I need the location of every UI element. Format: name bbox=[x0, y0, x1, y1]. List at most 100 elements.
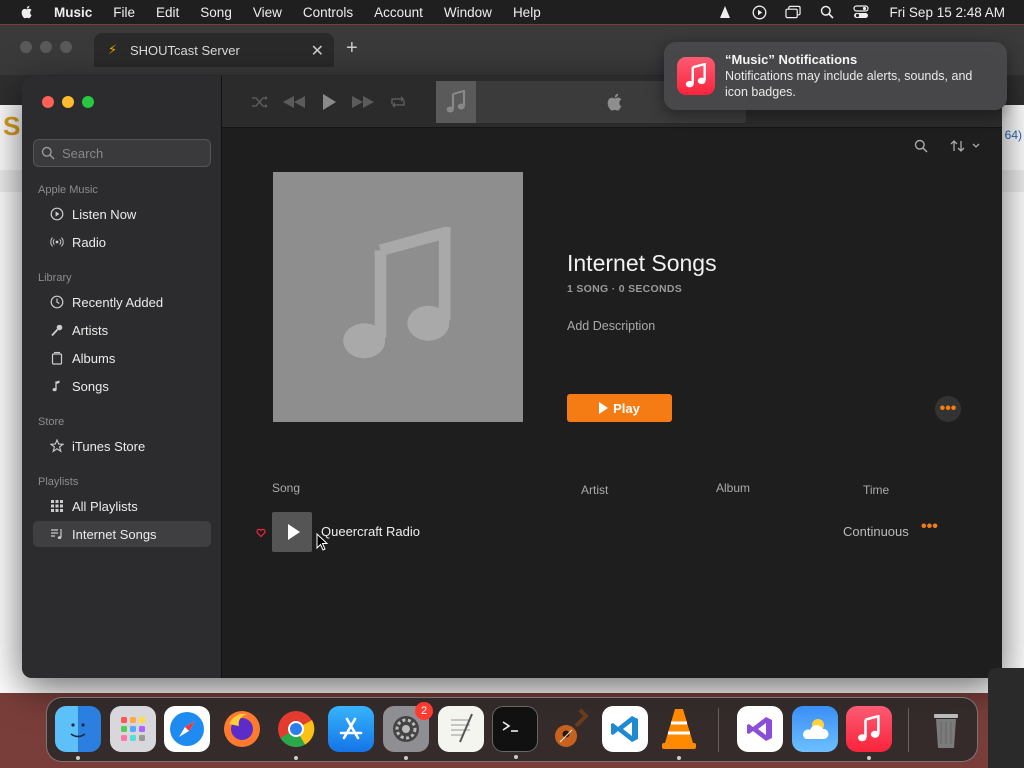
close-window-button[interactable] bbox=[42, 96, 54, 108]
sidebar-item-label: Songs bbox=[72, 378, 109, 394]
apple-logo-icon bbox=[604, 91, 626, 113]
app-store-icon[interactable] bbox=[328, 706, 374, 752]
sort-icon[interactable] bbox=[950, 138, 984, 154]
page-text-fragment[interactable]: 64) bbox=[1005, 128, 1022, 142]
mouse-cursor-icon bbox=[316, 533, 328, 551]
sidebar-item-internet-songs[interactable]: Internet Songs bbox=[33, 521, 211, 547]
spotlight-search-icon[interactable] bbox=[819, 4, 835, 20]
firefox-icon[interactable] bbox=[219, 706, 265, 752]
section-apple-music: Apple Music bbox=[38, 184, 98, 196]
music-dock-icon[interactable] bbox=[846, 706, 892, 760]
now-playing-artwork-icon bbox=[436, 81, 476, 123]
dock-separator bbox=[908, 708, 909, 752]
menu-account[interactable]: Account bbox=[374, 5, 423, 20]
playlist-meta: 1 SONG · 0 SECONDS bbox=[567, 283, 683, 295]
page-logo-fragment: S bbox=[3, 111, 21, 141]
playlist-content: Internet Songs 1 SONG · 0 SECONDS Add De… bbox=[222, 128, 1002, 678]
heart-icon[interactable] bbox=[256, 525, 266, 538]
textedit-icon[interactable] bbox=[438, 706, 484, 752]
safari-icon[interactable] bbox=[164, 706, 210, 752]
search-field[interactable] bbox=[33, 139, 211, 167]
browser-minimize-light[interactable] bbox=[40, 41, 52, 53]
chrome-icon[interactable] bbox=[273, 706, 319, 760]
menu-music[interactable]: Music bbox=[54, 5, 92, 20]
track-more-button[interactable]: ••• bbox=[921, 518, 938, 536]
track-play-button[interactable] bbox=[272, 512, 312, 552]
menu-file[interactable]: File bbox=[113, 5, 135, 20]
menu-clock[interactable]: Fri Sep 15 2:48 AM bbox=[889, 5, 1005, 20]
playlist-artwork bbox=[273, 172, 523, 422]
screen-mirroring-icon[interactable] bbox=[785, 4, 802, 20]
now-playing-icon[interactable] bbox=[751, 4, 767, 20]
vlc-icon[interactable] bbox=[656, 706, 702, 760]
play-button-label: Play bbox=[613, 400, 640, 416]
control-center-icon[interactable] bbox=[853, 4, 870, 20]
section-store: Store bbox=[38, 416, 65, 428]
column-header-album[interactable]: Album bbox=[716, 481, 750, 495]
sidebar-item-label: Listen Now bbox=[72, 206, 137, 222]
sidebar-item-itunes-store[interactable]: iTunes Store bbox=[33, 433, 211, 459]
vscode-icon[interactable] bbox=[602, 706, 648, 752]
music-note-icon bbox=[50, 379, 64, 393]
sidebar: Apple Music Listen Now Radio Library Rec… bbox=[22, 76, 222, 678]
notification-banner[interactable]: “Music” Notifications Notifications may … bbox=[664, 42, 1007, 110]
sidebar-item-artists[interactable]: Artists bbox=[33, 317, 211, 343]
play-icon[interactable] bbox=[317, 90, 341, 114]
zoom-window-button[interactable] bbox=[82, 96, 94, 108]
search-icon bbox=[41, 146, 55, 160]
menu-bar: Music File Edit Song View Controls Accou… bbox=[0, 0, 1024, 24]
minimize-window-button[interactable] bbox=[62, 96, 74, 108]
browser-tab-title: SHOUTcast Server bbox=[130, 42, 240, 58]
garageband-icon[interactable] bbox=[547, 706, 593, 752]
play-icon bbox=[599, 402, 609, 414]
sidebar-item-all-playlists[interactable]: All Playlists bbox=[33, 493, 211, 519]
sidebar-item-label: All Playlists bbox=[72, 498, 138, 514]
menu-song[interactable]: Song bbox=[200, 5, 232, 20]
clock-icon bbox=[50, 295, 64, 309]
playlist-icon bbox=[50, 527, 64, 541]
repeat-icon[interactable] bbox=[386, 90, 410, 114]
search-icon[interactable] bbox=[914, 138, 930, 154]
new-tab-button[interactable]: + bbox=[346, 37, 358, 60]
sidebar-item-radio[interactable]: Radio bbox=[33, 229, 211, 255]
menu-controls[interactable]: Controls bbox=[303, 5, 353, 20]
launchpad-icon[interactable] bbox=[110, 706, 156, 752]
system-settings-icon[interactable]: 2 bbox=[383, 702, 433, 760]
menu-view[interactable]: View bbox=[253, 5, 282, 20]
fast-forward-icon[interactable] bbox=[351, 90, 375, 114]
menu-window[interactable]: Window bbox=[444, 5, 492, 20]
column-header-artist[interactable]: Artist bbox=[581, 483, 608, 497]
rewind-icon[interactable] bbox=[282, 90, 306, 114]
add-description-link[interactable]: Add Description bbox=[567, 319, 655, 333]
column-header-time[interactable]: Time bbox=[863, 483, 889, 497]
menu-help[interactable]: Help bbox=[513, 5, 541, 20]
music-app-icon bbox=[677, 57, 715, 95]
grid-icon bbox=[50, 499, 64, 513]
sidebar-item-label: Radio bbox=[72, 234, 106, 250]
sidebar-item-listen-now[interactable]: Listen Now bbox=[33, 201, 211, 227]
column-header-song[interactable]: Song bbox=[272, 481, 300, 495]
running-indicator bbox=[404, 756, 408, 760]
play-button[interactable]: Play bbox=[567, 394, 672, 422]
apple-menu-icon[interactable] bbox=[19, 4, 37, 20]
browser-zoom-light[interactable] bbox=[60, 41, 72, 53]
sidebar-item-songs[interactable]: Songs bbox=[33, 373, 211, 399]
shuffle-icon[interactable] bbox=[248, 90, 272, 114]
menu-edit[interactable]: Edit bbox=[156, 5, 179, 20]
browser-close-light[interactable] bbox=[20, 41, 32, 53]
vlc-status-icon[interactable] bbox=[717, 4, 733, 20]
star-icon bbox=[50, 439, 64, 453]
sidebar-item-label: iTunes Store bbox=[72, 438, 146, 454]
sidebar-item-albums[interactable]: Albums bbox=[33, 345, 211, 371]
finder-icon[interactable] bbox=[55, 706, 101, 760]
table-row[interactable]: Queercraft Radio Continuous ••• bbox=[252, 510, 942, 554]
weather-icon[interactable] bbox=[792, 706, 838, 752]
tab-close-icon[interactable]: ✕ bbox=[311, 41, 324, 61]
visual-studio-icon[interactable] bbox=[737, 706, 783, 752]
more-options-button[interactable]: ••• bbox=[935, 396, 961, 422]
terminal-icon[interactable] bbox=[492, 706, 538, 759]
sidebar-item-recently-added[interactable]: Recently Added bbox=[33, 289, 211, 315]
browser-tab[interactable]: ⚡ SHOUTcast Server ✕ bbox=[94, 33, 334, 67]
trash-icon[interactable] bbox=[923, 706, 969, 752]
search-input[interactable] bbox=[62, 145, 202, 161]
